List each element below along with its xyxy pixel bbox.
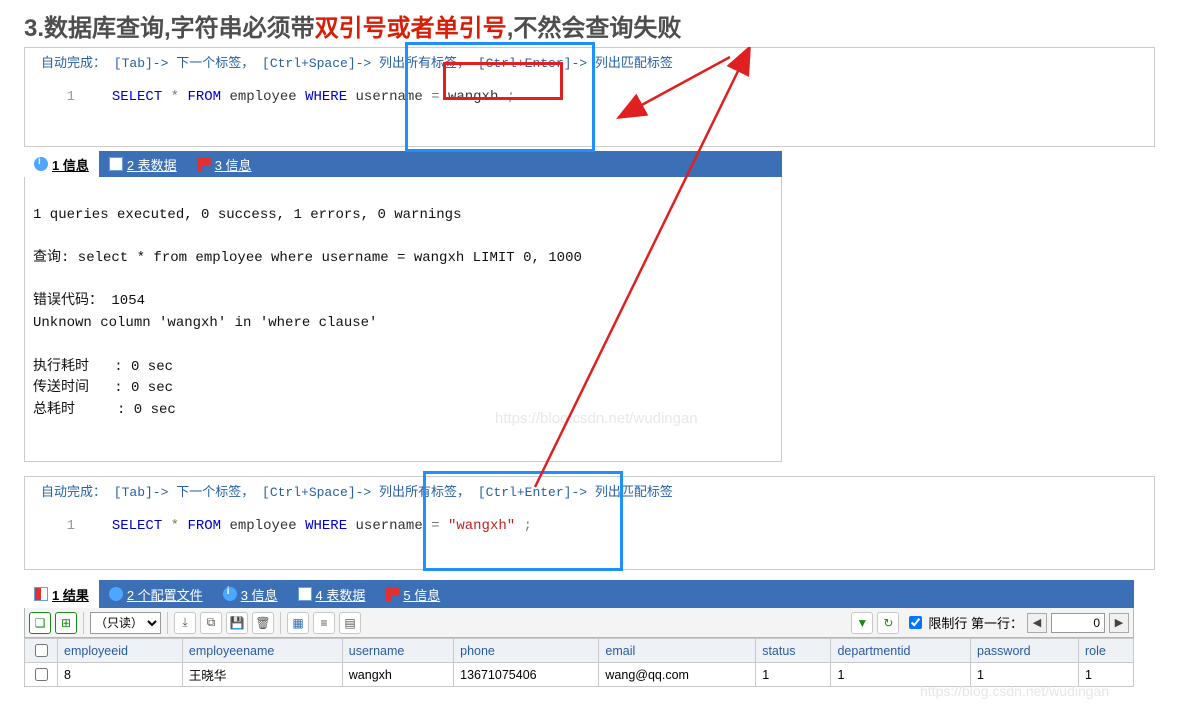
grid-icon xyxy=(298,587,312,601)
limit-rows-label: 限制行 第一行： xyxy=(928,613,1023,632)
cell-username[interactable]: wangxh xyxy=(342,663,453,687)
save-button[interactable]: 💾 xyxy=(226,612,248,634)
flag-icon xyxy=(385,587,399,601)
output-tabs: 1 信息 2 表数据 3 信息 xyxy=(24,151,782,177)
first-row-prev-button[interactable]: ◀ xyxy=(1027,613,1047,633)
watermark: https://blog.csdn.net/wudingan xyxy=(495,407,698,430)
view-text-button[interactable]: ▤ xyxy=(339,612,361,634)
row-checkbox[interactable] xyxy=(25,663,58,687)
first-row-input[interactable] xyxy=(1051,613,1105,633)
sql-line-1[interactable]: 1 SELECT * FROM employee WHERE username … xyxy=(29,73,1154,121)
cell-phone[interactable]: 13671075406 xyxy=(454,663,599,687)
results-toolbar: ❏ ⊞ （只读） ⤓ ⧉ 💾 🗑 ▦ ≡ ▤ ▼ ↻ 限制行 第一行： ◀ ▶ xyxy=(24,608,1134,638)
copy-button[interactable]: ⧉ xyxy=(200,612,222,634)
header-checkbox[interactable] xyxy=(25,639,58,663)
sql-editor-2[interactable]: 自动完成： [Tab]-> 下一个标签， [Ctrl+Space]-> 列出所有… xyxy=(24,476,1155,570)
page-title: 3.数据库查询,字符串必须带双引号或者单引号,不然会查询失败 xyxy=(0,0,1179,47)
refresh-button[interactable]: ↻ xyxy=(877,612,899,634)
view-form-button[interactable]: ≡ xyxy=(313,612,335,634)
col-phone[interactable]: phone xyxy=(454,639,599,663)
cell-employeeid[interactable]: 8 xyxy=(58,663,183,687)
export-button[interactable]: ⤓ xyxy=(174,612,196,634)
info-icon xyxy=(223,587,237,601)
cell-status[interactable]: 1 xyxy=(756,663,831,687)
tab-result-1[interactable]: 1 结果 xyxy=(24,580,99,608)
info-icon xyxy=(34,157,48,171)
col-employeeid[interactable]: employeeid xyxy=(58,639,183,663)
col-email[interactable]: email xyxy=(599,639,756,663)
sql-editor-1[interactable]: 自动完成： [Tab]-> 下一个标签， [Ctrl+Space]-> 列出所有… xyxy=(24,47,1155,147)
limit-rows-checkbox[interactable] xyxy=(909,616,922,629)
tab-info-2[interactable]: 3 信息 xyxy=(187,151,262,177)
add-row-button[interactable]: ❏ xyxy=(29,612,51,634)
autocomplete-hint-2: 自动完成： [Tab]-> 下一个标签， [Ctrl+Space]-> 列出所有… xyxy=(29,479,1154,502)
col-status[interactable]: status xyxy=(756,639,831,663)
tab-profiles[interactable]: 2 个配置文件 xyxy=(99,580,213,608)
col-password[interactable]: password xyxy=(971,639,1079,663)
tab-info-1[interactable]: 1 信息 xyxy=(24,151,99,177)
results-tabs: 1 结果 2 个配置文件 3 信息 4 表数据 5 信息 xyxy=(24,580,1134,608)
col-employeename[interactable]: employeename xyxy=(182,639,342,663)
flag-icon xyxy=(197,157,211,171)
query-output: 1 queries executed, 0 success, 1 errors,… xyxy=(24,177,782,462)
tab-tabledata[interactable]: 2 表数据 xyxy=(99,151,187,177)
view-grid-button[interactable]: ▦ xyxy=(287,612,309,634)
first-row-next-button[interactable]: ▶ xyxy=(1109,613,1129,633)
readonly-select[interactable]: （只读） xyxy=(90,612,161,634)
grid-icon xyxy=(109,157,123,171)
delete-button[interactable]: 🗑 xyxy=(252,612,274,634)
tab-tabledata-2[interactable]: 4 表数据 xyxy=(288,580,376,608)
profile-icon xyxy=(109,587,123,601)
table-header-row: employeeid employeename username phone e… xyxy=(25,639,1134,663)
add-row-inline-button[interactable]: ⊞ xyxy=(55,612,77,634)
results-table: employeeid employeename username phone e… xyxy=(24,638,1134,687)
tab-info-3[interactable]: 3 信息 xyxy=(213,580,288,608)
col-departmentid[interactable]: departmentid xyxy=(831,639,971,663)
sql-line-2[interactable]: 1 SELECT * FROM employee WHERE username … xyxy=(29,502,1154,550)
watermark-bottom: https://blog.csdn.net/wudingan xyxy=(920,683,1179,699)
grid-icon xyxy=(34,587,48,601)
cell-employeename[interactable]: 王晓华 xyxy=(182,663,342,687)
col-role[interactable]: role xyxy=(1078,639,1133,663)
tab-info-4[interactable]: 5 信息 xyxy=(375,580,450,608)
cell-email[interactable]: wang@qq.com xyxy=(599,663,756,687)
col-username[interactable]: username xyxy=(342,639,453,663)
filter-button[interactable]: ▼ xyxy=(851,612,873,634)
autocomplete-hint: 自动完成： [Tab]-> 下一个标签， [Ctrl+Space]-> 列出所有… xyxy=(29,50,1154,73)
